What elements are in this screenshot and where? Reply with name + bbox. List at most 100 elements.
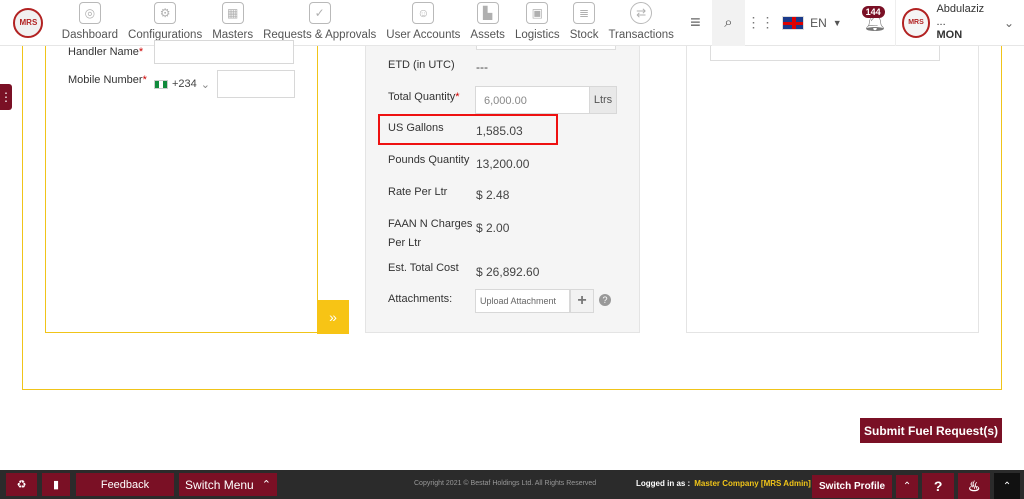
nav-item-transactions[interactable]: ⇄ Transactions	[603, 0, 678, 45]
rate-per-ltr-label: Rate Per Ltr	[388, 186, 448, 198]
notification-count-badge: 144	[861, 5, 885, 18]
faan-charges-label: FAAN N Charges Per Ltr	[388, 215, 472, 253]
switch-menu-button[interactable]: Switch Menu ⌃	[179, 473, 277, 496]
us-gallons-value: 1,585.03	[476, 124, 523, 138]
rate-per-ltr-value: $ 2.48	[476, 188, 510, 202]
nav-item-assets[interactable]: ▙ Assets	[465, 0, 510, 45]
chevron-up-icon: ⌃	[1002, 480, 1012, 492]
logged-in-as: Logged in as : Master Company [MRS Admin]	[636, 479, 811, 488]
mobile-number-input[interactable]	[217, 70, 295, 98]
language-selector[interactable]: EN ▼	[776, 0, 856, 46]
side-drawer-toggle[interactable]: ⋮	[0, 84, 12, 110]
nav-item-stock[interactable]: ≣ Stock	[565, 0, 604, 45]
notifications-button[interactable]: 🔔︎ 144	[856, 0, 895, 46]
user-menu[interactable]: MRS Abdulaziz ... MON ⌄	[894, 0, 1024, 46]
feedback-button[interactable]: Feedback	[76, 473, 174, 496]
faan-charges-text-line2: Per Ltr	[388, 237, 422, 249]
logged-in-company: Master Company [MRS Admin]	[694, 479, 811, 488]
faan-charges-value: $ 2.00	[476, 221, 510, 235]
mobile-number-text: Mobile Number	[68, 74, 143, 86]
nav-item-dashboard[interactable]: ◎ Dashboard	[57, 0, 123, 45]
total-quantity-label: Total Quantity*	[388, 88, 460, 107]
barrels-icon: ≣	[573, 2, 596, 24]
right-panel	[686, 46, 979, 333]
chevron-down-icon: ⌄	[200, 78, 210, 91]
handler-name-input[interactable]	[154, 40, 294, 64]
handler-panel: Handler Name* Mobile Number* +234 ⌄ »	[45, 40, 349, 334]
nav-label: Assets	[470, 29, 505, 41]
upload-attachment-input[interactable]: Upload Attachment	[475, 289, 570, 313]
footer-bar: ♻ ▮ Feedback Switch Menu ⌃ Copyright 202…	[0, 470, 1024, 499]
nav-right: ≡ ⌕ ⋮⋮ EN ▼ 🔔︎ 144 MRS Abdulaziz ... MON…	[679, 0, 1024, 46]
search-icon[interactable]: ⌕	[711, 0, 745, 46]
switch-menu-label: Switch Menu	[185, 477, 254, 492]
footer-actions: Switch Profile ⌃ ? ♨ ⌃	[812, 473, 1021, 499]
attachments-label: Attachments:	[388, 293, 453, 305]
required-marker: *	[138, 46, 144, 58]
recycle-button[interactable]: ♻	[6, 473, 37, 496]
avatar: MRS	[901, 7, 931, 38]
fire-icon: ♨	[967, 477, 981, 494]
help-icon[interactable]: ?	[599, 294, 611, 306]
uk-flag-icon	[782, 15, 805, 30]
submit-fuel-request-button[interactable]: Submit Fuel Request(s)	[860, 418, 1002, 443]
required-marker: *	[455, 91, 460, 103]
expand-panel-button[interactable]: »	[317, 300, 349, 334]
document-check-icon: ✓	[308, 2, 331, 24]
nav-item-logistics[interactable]: ▣ Logistics	[510, 0, 565, 45]
required-marker: *	[142, 74, 147, 86]
fire-button[interactable]: ♨	[958, 473, 991, 499]
unit-addon: Ltrs	[590, 86, 617, 114]
pounds-quantity-value: 13,200.00	[476, 157, 530, 171]
nav-label: Logistics	[514, 29, 560, 41]
us-gallons-label: US Gallons	[388, 122, 444, 134]
total-quantity-input[interactable]: 6,000.00	[475, 86, 590, 114]
apps-grid-icon[interactable]: ⋮⋮	[745, 0, 776, 46]
add-attachment-button[interactable]: +	[570, 289, 594, 313]
logged-in-label: Logged in as :	[636, 479, 691, 488]
est-total-cost-value: $ 26,892.60	[476, 265, 540, 279]
nav-label: Dashboard	[61, 29, 119, 41]
exchange-icon: ⇄	[630, 2, 653, 24]
nav-item-masters[interactable]: ▦ Masters	[207, 0, 258, 45]
chevron-up-icon[interactable]: ⌃	[896, 474, 919, 498]
building-icon: ▦	[221, 2, 244, 24]
truck-icon: ▣	[526, 2, 549, 24]
right-panel-field[interactable]	[710, 46, 940, 61]
user-info: Abdulaziz ... MON	[936, 3, 993, 42]
users-icon: ☺	[412, 2, 435, 24]
fuel-details-panel: ETD (in UTC) --- Total Quantity* 6,000.0…	[365, 46, 640, 333]
scroll-top-button[interactable]: ⌃	[994, 473, 1021, 499]
recycle-icon: ♻	[16, 479, 27, 491]
mobile-number-label: Mobile Number*	[68, 74, 147, 86]
hamburger-menu-icon[interactable]: ≡	[679, 0, 712, 46]
chevron-up-icon: ⌃	[261, 479, 271, 491]
bookmark-button[interactable]: ▮	[42, 473, 70, 496]
handler-name-text: Handler Name	[68, 46, 139, 58]
nav-item-user-accounts[interactable]: ☺ User Accounts	[381, 0, 465, 45]
pounds-quantity-label: Pounds Quantity	[388, 154, 470, 166]
question-icon: ?	[933, 478, 943, 494]
chevron-down-icon: ⌄	[1003, 15, 1014, 30]
help-button[interactable]: ?	[922, 473, 955, 499]
vertical-dots-icon: ⋮	[0, 90, 12, 104]
factory-icon: ▙	[476, 2, 499, 24]
double-chevron-right-icon: »	[329, 309, 337, 325]
language-code: EN	[810, 15, 827, 30]
total-quantity-text: Total Quantity	[388, 91, 456, 103]
copyright-text: Copyright 2021 © Bestaf Holdings Ltd. Al…	[414, 480, 597, 487]
logo[interactable]: MRS	[0, 0, 57, 45]
nav-label: User Accounts	[386, 29, 461, 41]
gears-icon: ⚙	[154, 2, 177, 24]
etd-value: ---	[476, 60, 488, 74]
logo-badge: MRS	[13, 7, 44, 38]
user-name: Abdulaziz ...	[936, 3, 985, 28]
country-code-select[interactable]: +234 ⌄	[154, 72, 210, 96]
nav-item-configurations[interactable]: ⚙ Configurations	[123, 0, 207, 45]
nav-item-requests-approvals[interactable]: ✓ Requests & Approvals	[258, 0, 381, 45]
switch-profile-button[interactable]: Switch Profile	[812, 474, 893, 498]
plus-icon: +	[577, 292, 587, 309]
est-total-cost-label: Est. Total Cost	[388, 262, 459, 274]
previous-field-input[interactable]	[476, 46, 616, 50]
bookmark-icon: ▮	[52, 479, 60, 491]
